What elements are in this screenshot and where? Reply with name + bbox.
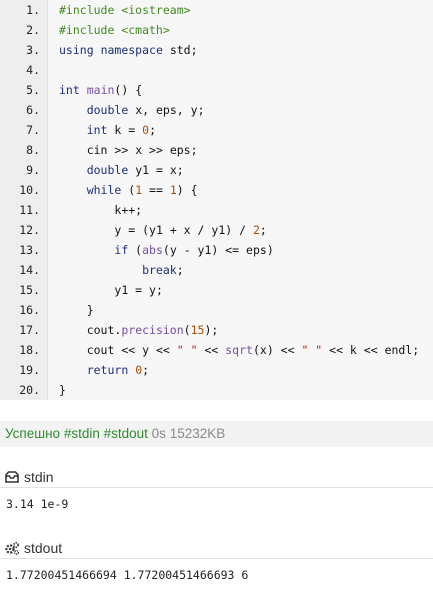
code-text: return 0;	[86, 363, 150, 377]
code-text: double y1 = x;	[86, 163, 184, 177]
run-time: 0s	[151, 426, 166, 441]
code-text: int k = 0;	[86, 123, 157, 137]
line-number: 1.	[0, 0, 48, 20]
code-text: int main() {	[59, 83, 143, 97]
code-line: 15. y1 = y;	[0, 280, 433, 300]
code-text: }	[59, 383, 66, 397]
line-number: 15.	[0, 280, 48, 300]
code-viewer: 1. #include <iostream> 2. #include <cmath> 3…	[0, 0, 433, 400]
line-number: 20.	[0, 380, 48, 400]
gears-icon	[4, 537, 20, 559]
code-text: #include <iostream>	[59, 3, 191, 17]
line-number: 17.	[0, 320, 48, 340]
stdout-header: stdout	[0, 537, 433, 559]
stdin-title: stdin	[24, 469, 54, 485]
code-line: 12. y = (y1 + x / y1) / 2;	[0, 220, 433, 240]
line-number: 3.	[0, 40, 48, 60]
code-text: while (1 == 1) {	[86, 183, 198, 197]
inbox-icon	[4, 466, 20, 488]
line-number: 5.	[0, 80, 48, 100]
code-line: 3. using namespace std;	[0, 40, 433, 60]
line-number: 8.	[0, 140, 48, 160]
code-line: 10. while (1 == 1) {	[0, 180, 433, 200]
code-text: }	[59, 303, 94, 317]
code-line: 8. cin >> x >> eps;	[0, 140, 433, 160]
code-line: 14. break;	[0, 260, 433, 280]
line-number: 16.	[0, 300, 48, 320]
code-line: 20.}	[0, 380, 433, 400]
code-line: 11. k++;	[0, 200, 433, 220]
line-number: 9.	[0, 160, 48, 180]
stdout-content: 1.77200451466694 1.77200451466693 6	[6, 568, 249, 582]
code-text: cin >> x >> eps;	[86, 143, 198, 157]
code-text: y = (y1 + x / y1) / 2;	[114, 223, 267, 237]
line-number: 2.	[0, 20, 48, 40]
code-text: cout.precision(15);	[86, 323, 219, 337]
stdin-link[interactable]: #stdin	[64, 426, 100, 441]
line-number: 6.	[0, 100, 48, 120]
line-number: 4.	[0, 60, 48, 80]
code-text: if (abs(y - y1) <= eps)	[114, 243, 274, 257]
stdin-header: stdin	[0, 466, 433, 488]
memory-usage: 15232KB	[169, 426, 226, 441]
code-line: 17. cout.precision(15);	[0, 320, 433, 340]
code-line: 13. if (abs(y - y1) <= eps)	[0, 240, 433, 260]
line-number: 14.	[0, 260, 48, 280]
line-number: 10.	[0, 180, 48, 200]
result-status: Успешно	[5, 426, 61, 441]
code-text: y1 = y;	[114, 283, 163, 297]
code-line: 6. double x, eps, y;	[0, 100, 433, 120]
stdin-content: 3.14 1e-9	[6, 497, 69, 511]
stdout-link[interactable]: #stdout	[104, 426, 148, 441]
code-line: 16. }	[0, 300, 433, 320]
line-number: 12.	[0, 220, 48, 240]
code-line: 1. #include <iostream>	[0, 0, 433, 20]
code-text: using namespace std;	[59, 43, 198, 57]
result-status-bar: Успешно #stdin #stdout 0s 15232KB	[0, 421, 433, 447]
code-line: 19. return 0;	[0, 360, 433, 380]
code-text: #include <cmath>	[59, 23, 170, 37]
code-line: 4.	[0, 60, 433, 80]
code-text: k++;	[114, 203, 143, 217]
line-number: 13.	[0, 240, 48, 260]
line-number: 7.	[0, 120, 48, 140]
stdout-title: stdout	[24, 540, 63, 556]
code-line: 5. int main() {	[0, 80, 433, 100]
code-text: break;	[142, 263, 184, 277]
line-number: 19.	[0, 360, 48, 380]
code-line: 7. int k = 0;	[0, 120, 433, 140]
code-text: cout << y << " " << sqrt(x) << " " << k …	[86, 343, 420, 357]
code-line: 18. cout << y << " " << sqrt(x) << " " <…	[0, 340, 433, 360]
line-number: 18.	[0, 340, 48, 360]
line-number: 11.	[0, 200, 48, 220]
code-line: 2. #include <cmath>	[0, 20, 433, 40]
code-line: 9. double y1 = x;	[0, 160, 433, 180]
code-text: double x, eps, y;	[86, 103, 205, 117]
